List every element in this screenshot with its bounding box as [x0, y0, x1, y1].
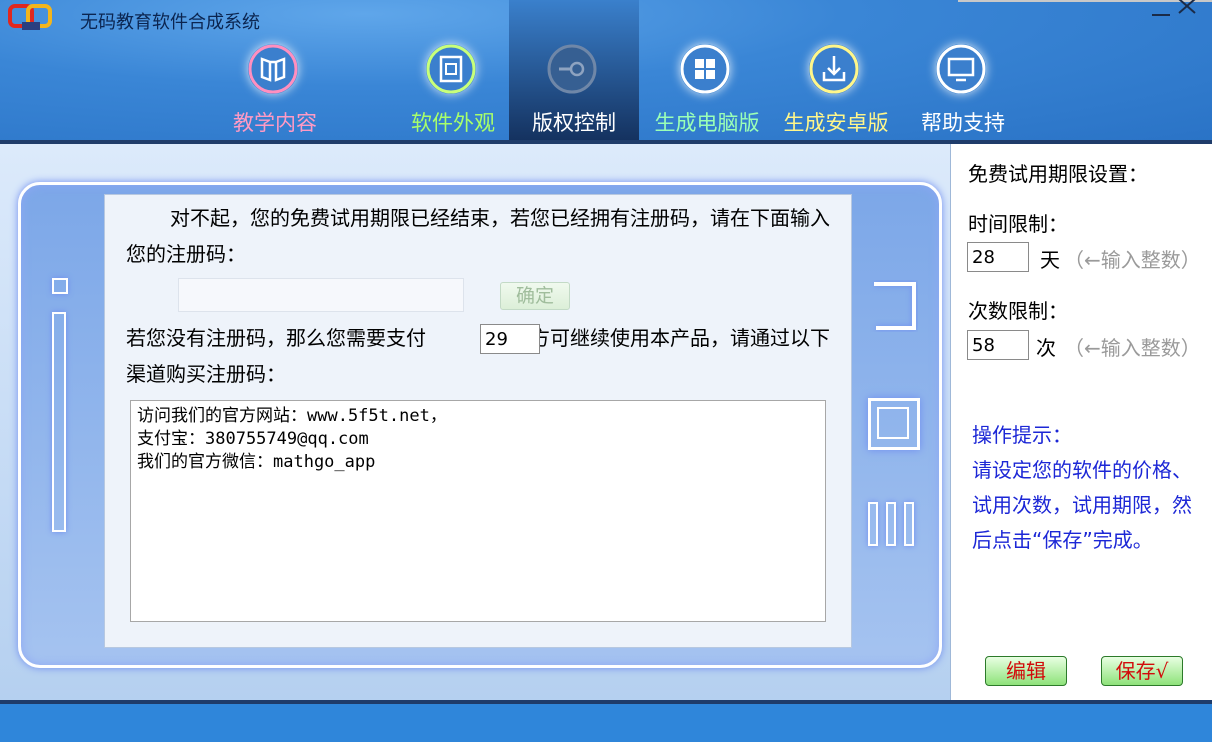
windows-icon: [680, 44, 730, 94]
tab-build-android[interactable]: 生成安卓版: [771, 0, 901, 142]
count-unit: 次: [1036, 336, 1056, 360]
pay-prefix: 若您没有注册码，那么您需要支付: [126, 326, 426, 350]
tab-label: 教学内容: [233, 111, 317, 135]
download-icon: [809, 44, 859, 94]
tab-label: 版权控制: [532, 111, 616, 135]
count-hint: （←输入整数）: [1064, 336, 1201, 360]
close-icon[interactable]: [1176, 0, 1198, 22]
time-hint: （←输入整数）: [1064, 248, 1201, 272]
monitor-icon: [936, 44, 986, 94]
time-unit: 天: [1040, 248, 1060, 272]
minimize-icon[interactable]: [1150, 0, 1172, 22]
save-button[interactable]: 保存√: [1101, 656, 1183, 686]
tab-build-pc[interactable]: 生成电脑版: [642, 0, 772, 142]
tab-label: 生成电脑版: [654, 111, 760, 135]
status-bar: [0, 700, 1212, 742]
count-limit-input[interactable]: 58: [967, 330, 1029, 360]
window-controls: [1148, 0, 1206, 20]
key-icon: [547, 44, 597, 94]
time-limit-label: 时间限制：: [968, 212, 1068, 236]
tips-title: 操作提示：: [972, 423, 1072, 447]
price-input[interactable]: 29: [480, 324, 540, 354]
tab-label: 软件外观: [411, 111, 495, 135]
purchase-line: 访问我们的官方网站：www.5f5t.net，: [137, 406, 447, 426]
tips-text: 请设定您的软件的价格、试用次数，试用期限，然后点击“保存”完成。: [972, 458, 1192, 552]
purchase-line: 我们的官方微信：mathgo_app: [137, 452, 376, 472]
book-icon: [248, 44, 298, 94]
title-bar: 无码教育软件合成系统 教学内容 软件外观 版权控制 生成电脑版 生成安卓版 帮助…: [0, 0, 1212, 142]
registration-code-input[interactable]: [178, 278, 464, 312]
tab-software-appearance[interactable]: 软件外观: [388, 0, 518, 142]
confirm-button[interactable]: 确定: [500, 282, 570, 310]
license-expired-message: 对不起，您的免费试用期限已经结束，若您已经拥有注册码，请在下面输入您的注册码：: [126, 206, 830, 266]
tab-label: 生成安卓版: [783, 111, 889, 135]
tab-teaching-content[interactable]: 教学内容: [210, 0, 340, 142]
purchase-info-textarea[interactable]: 访问我们的官方网站：www.5f5t.net， 支付宝：380755749@qq…: [130, 400, 826, 622]
app-logo-icon: [8, 4, 52, 30]
count-limit-label: 次数限制：: [968, 299, 1068, 323]
settings-title: 免费试用期限设置：: [968, 162, 1148, 186]
operation-tips: 操作提示： 请设定您的软件的价格、试用次数，试用期限，然后点击“保存”完成。: [972, 418, 1192, 558]
tab-help-support[interactable]: 帮助支持: [898, 0, 1028, 142]
tab-copyright-control[interactable]: 版权控制: [509, 0, 639, 142]
time-limit-input[interactable]: 28: [967, 242, 1029, 272]
edit-button[interactable]: 编辑: [985, 656, 1067, 686]
layout-icon: [426, 44, 476, 94]
tab-label: 帮助支持: [921, 111, 1005, 135]
purchase-line: 支付宝：380755749@qq.com: [137, 429, 369, 449]
